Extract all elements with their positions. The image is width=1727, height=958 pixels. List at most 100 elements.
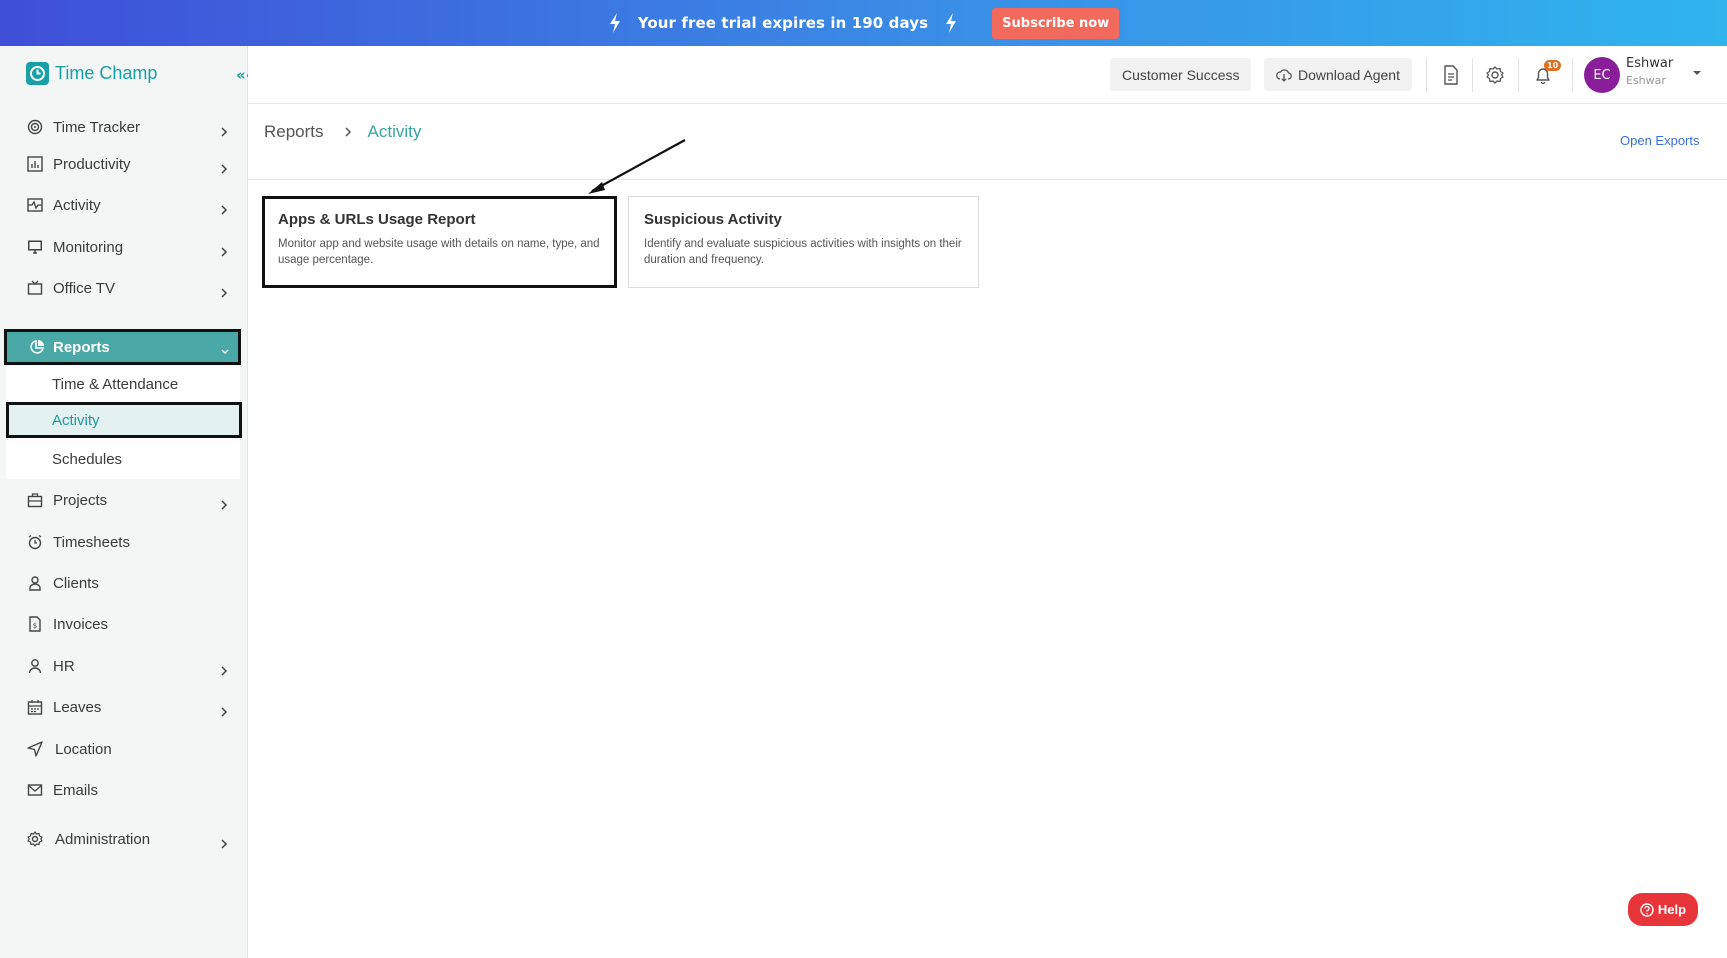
sidebar-item-label: Reports bbox=[53, 338, 110, 356]
invoice-icon: $ bbox=[27, 616, 43, 632]
trial-message: Your free trial expires in 190 days bbox=[637, 14, 929, 32]
chevron-right-icon bbox=[220, 702, 228, 717]
sidebar-item-timesheets[interactable]: Timesheets bbox=[0, 525, 248, 559]
card-description: Monitor app and website usage with detai… bbox=[278, 238, 600, 266]
card-description: Identify and evaluate suspicious activit… bbox=[644, 238, 962, 266]
settings-gear-icon[interactable] bbox=[1484, 64, 1506, 86]
sidebar-item-label: Leaves bbox=[53, 698, 102, 716]
chevron-right-icon bbox=[220, 200, 228, 215]
user-name[interactable]: Eshwar bbox=[1626, 56, 1673, 71]
sidebar-item-administration[interactable]: Administration bbox=[0, 822, 248, 856]
sidebar-item-label: Clients bbox=[53, 574, 99, 592]
submenu-item-activity[interactable]: Activity bbox=[6, 402, 242, 438]
submenu-item-label: Schedules bbox=[52, 450, 123, 468]
sidebar-item-hr[interactable]: HR bbox=[0, 649, 248, 683]
subscribe-button[interactable]: Subscribe now bbox=[992, 7, 1120, 39]
person-icon bbox=[27, 575, 43, 591]
question-circle-icon bbox=[1640, 902, 1654, 917]
activity-icon bbox=[27, 197, 43, 213]
help-button[interactable]: Help bbox=[1628, 893, 1698, 926]
bar-chart-icon bbox=[27, 156, 43, 172]
chevron-right-icon bbox=[345, 127, 351, 137]
time-champ-logo-icon bbox=[26, 62, 49, 85]
location-arrow-icon bbox=[27, 741, 43, 757]
sidebar-item-label: HR bbox=[53, 657, 75, 675]
download-agent-label: Download Agent bbox=[1298, 66, 1400, 83]
chevron-right-icon bbox=[220, 834, 228, 849]
mail-icon bbox=[27, 782, 43, 798]
download-agent-button[interactable]: Download Agent bbox=[1264, 58, 1412, 91]
reports-submenu: Time & Attendance Activity Schedules bbox=[6, 366, 242, 479]
card-title: Apps & URLs Usage Report bbox=[278, 211, 476, 228]
submenu-item-label: Activity bbox=[52, 411, 100, 429]
sidebar-item-label: Time Tracker bbox=[53, 118, 140, 136]
sidebar-item-office-tv[interactable]: Office TV bbox=[0, 271, 248, 305]
sidebar-item-label: Emails bbox=[53, 781, 99, 799]
annotation-arrow bbox=[588, 139, 686, 194]
customer-success-button[interactable]: Customer Success bbox=[1110, 58, 1252, 91]
target-icon bbox=[27, 119, 43, 135]
sidebar-item-label: Productivity bbox=[53, 155, 131, 173]
chevron-right-icon bbox=[220, 495, 228, 510]
sidebar-item-label: Monitoring bbox=[53, 238, 124, 256]
briefcase-icon bbox=[27, 492, 43, 508]
help-label: Help bbox=[1657, 902, 1687, 917]
gear-icon bbox=[27, 831, 43, 847]
sidebar-item-projects[interactable]: Projects bbox=[0, 483, 248, 517]
sidebar-item-leaves[interactable]: Leaves bbox=[0, 690, 248, 724]
content-divider bbox=[248, 179, 1727, 180]
chevron-right-icon bbox=[220, 661, 228, 676]
report-card-suspicious-activity[interactable]: Suspicious Activity Identify and evaluat… bbox=[628, 196, 979, 288]
svg-text:$: $ bbox=[33, 622, 37, 630]
sidebar-item-label: Administration bbox=[55, 830, 151, 848]
monitor-icon bbox=[27, 239, 43, 255]
sidebar-item-label: Location bbox=[55, 740, 112, 758]
submenu-item-time-attendance[interactable]: Time & Attendance bbox=[6, 366, 240, 402]
sidebar-item-reports[interactable]: Reports bbox=[4, 329, 241, 365]
submenu-item-label: Time & Attendance bbox=[52, 375, 179, 393]
header-divider bbox=[1426, 58, 1427, 92]
sidebar-item-label: Timesheets bbox=[53, 533, 130, 551]
lightning-icon bbox=[944, 13, 958, 33]
avatar[interactable]: EC bbox=[1584, 57, 1620, 93]
sidebar-item-productivity[interactable]: Productivity bbox=[0, 147, 248, 181]
header-divider bbox=[1518, 58, 1519, 92]
user-icon bbox=[27, 658, 43, 674]
sidebar-item-invoices[interactable]: $ Invoices bbox=[0, 607, 248, 641]
sidebar-item-label: Activity bbox=[53, 196, 101, 214]
breadcrumb-activity: Activity bbox=[367, 122, 422, 141]
sidebar-item-label: Invoices bbox=[53, 615, 109, 633]
open-exports-link[interactable]: Open Exports bbox=[1620, 133, 1700, 148]
alarm-clock-icon bbox=[27, 534, 43, 550]
submenu-item-schedules[interactable]: Schedules bbox=[6, 441, 240, 477]
chevron-right-icon bbox=[220, 159, 228, 174]
sidebar-item-time-tracker[interactable]: Time Tracker bbox=[0, 110, 248, 144]
sidebar-item-location[interactable]: Location bbox=[0, 732, 248, 766]
chevron-right-icon bbox=[220, 242, 228, 257]
header-divider bbox=[1572, 58, 1573, 92]
breadcrumb-reports[interactable]: Reports bbox=[264, 122, 324, 142]
report-card-apps-urls[interactable]: Apps & URLs Usage Report Monitor app and… bbox=[262, 196, 617, 288]
trial-banner: Your free trial expires in 190 days Subs… bbox=[0, 0, 1727, 46]
sidebar-item-monitoring[interactable]: Monitoring bbox=[0, 230, 248, 264]
sidebar-item-emails[interactable]: Emails bbox=[0, 773, 248, 807]
brand-name: Time Champ bbox=[55, 63, 158, 83]
top-header: Customer Success Download Agent 10 EC Es… bbox=[248, 46, 1727, 104]
document-icon[interactable] bbox=[1440, 64, 1462, 86]
chevron-right-icon bbox=[220, 122, 228, 137]
card-title: Suspicious Activity bbox=[644, 211, 782, 228]
pie-chart-icon bbox=[29, 339, 45, 355]
header-divider bbox=[1472, 58, 1473, 92]
sidebar: Time Champ «‹ Time Tracker Productivity … bbox=[0, 46, 252, 958]
sidebar-item-clients[interactable]: Clients bbox=[0, 566, 248, 600]
logo[interactable]: Time Champ bbox=[26, 62, 157, 85]
sidebar-item-label: Projects bbox=[53, 491, 108, 509]
caret-down-icon[interactable] bbox=[1692, 68, 1702, 78]
chevron-down-icon bbox=[221, 342, 229, 354]
sidebar-item-activity[interactable]: Activity bbox=[0, 188, 248, 222]
tv-icon bbox=[27, 280, 43, 296]
calendar-icon bbox=[27, 699, 43, 715]
user-subtitle: Eshwar bbox=[1626, 74, 1666, 87]
breadcrumb: Reports Activity bbox=[264, 122, 421, 142]
app-window: Your free trial expires in 190 days Subs… bbox=[0, 0, 1727, 958]
